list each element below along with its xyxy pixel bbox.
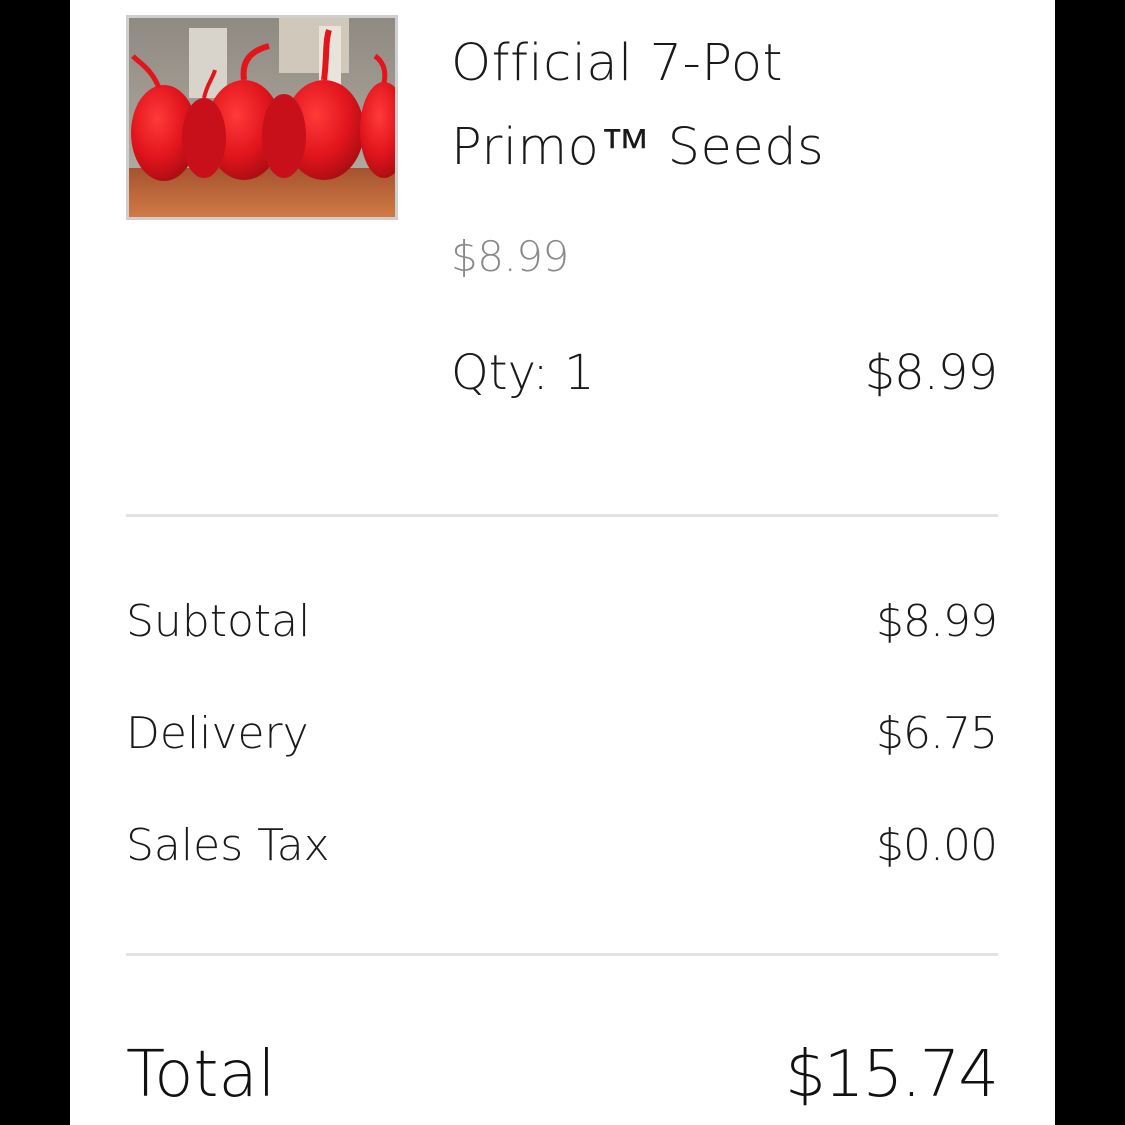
sales-tax-label: Sales Tax [126, 820, 330, 871]
divider [126, 953, 998, 956]
product-image[interactable] [126, 15, 398, 220]
sales-tax-value: $0.00 [876, 820, 998, 871]
divider [126, 514, 998, 517]
quantity-label: Qty: 1 [451, 345, 595, 401]
product-title-line1: Official 7-Pot [451, 34, 784, 93]
order-summary-panel: Official 7-Pot Primo™ Seeds $8.99 Qty: 1… [70, 0, 1055, 1125]
total-value: $15.74 [785, 1038, 999, 1112]
unit-price: $8.99 [451, 232, 569, 281]
subtotal-label: Subtotal [126, 596, 311, 647]
product-title[interactable]: Official 7-Pot Primo™ Seeds [451, 22, 1011, 190]
delivery-value: $6.75 [876, 708, 998, 759]
product-title-line2: Primo™ Seeds [451, 118, 825, 177]
subtotal-value: $8.99 [876, 596, 998, 647]
line-total: $8.99 [864, 345, 998, 401]
delivery-label: Delivery [126, 708, 309, 759]
total-label: Total [126, 1038, 276, 1112]
pepper-photo [129, 18, 395, 217]
